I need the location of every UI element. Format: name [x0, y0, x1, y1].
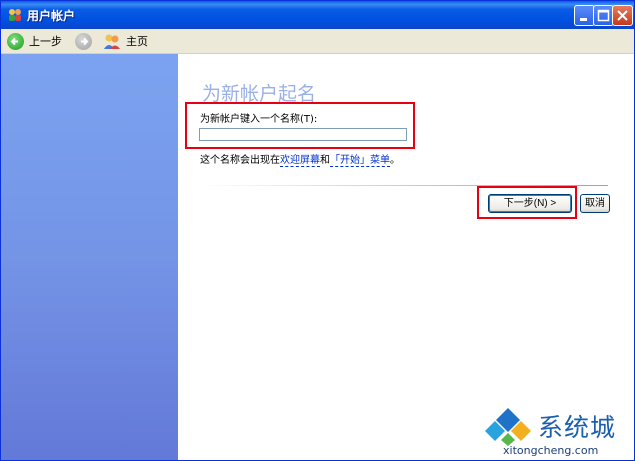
close-button[interactable] — [612, 5, 633, 26]
divider — [198, 185, 608, 186]
name-visibility-note: 这个名称会出现在欢迎屏幕和「开始」菜单。 — [200, 151, 400, 167]
note-and: 和 — [320, 155, 330, 166]
brand-logo-icon — [483, 406, 533, 446]
welcome-screen-link[interactable]: 欢迎屏幕 — [280, 155, 320, 167]
navigation-toolbar: 上一步 主页 — [1, 29, 634, 54]
user-accounts-window: 用户帐户 上一步 主页 为新帐户起名 为新帐户键入一个名称(T): 这个名称会出… — [0, 0, 635, 461]
back-arrow-icon — [7, 32, 24, 50]
account-name-input[interactable] — [199, 128, 407, 141]
note-suffix: 。 — [390, 155, 400, 166]
back-label: 上一步 — [29, 35, 62, 48]
back-button[interactable]: 上一步 — [7, 32, 62, 50]
user-accounts-icon — [7, 7, 23, 23]
forward-arrow-icon — [75, 32, 92, 50]
home-label: 主页 — [126, 35, 148, 48]
wizard-content: 为新帐户起名 为新帐户键入一个名称(T): 这个名称会出现在欢迎屏幕和「开始」菜… — [178, 54, 634, 460]
watermark-brand: 系统城 — [538, 413, 617, 442]
cancel-button[interactable]: 取消 — [580, 194, 610, 213]
watermark-url: xitongcheng.com — [503, 444, 599, 457]
forward-button[interactable] — [75, 32, 92, 50]
next-button[interactable]: 下一步(N) > — [488, 194, 572, 213]
start-menu-link[interactable]: 「开始」菜单 — [330, 155, 390, 167]
page-title: 为新帐户起名 — [202, 83, 317, 105]
account-name-label: 为新帐户键入一个名称(T): — [200, 114, 318, 125]
maximize-button[interactable] — [593, 5, 614, 26]
window-title: 用户帐户 — [27, 9, 76, 23]
users-home-icon — [103, 33, 121, 50]
title-bar[interactable]: 用户帐户 — [1, 1, 634, 29]
task-sidebar — [1, 54, 178, 460]
home-button[interactable]: 主页 — [103, 32, 148, 50]
note-prefix: 这个名称会出现在 — [200, 155, 280, 166]
minimize-button[interactable] — [574, 5, 595, 26]
watermark: 系统城 xitongcheng.com — [483, 406, 633, 458]
